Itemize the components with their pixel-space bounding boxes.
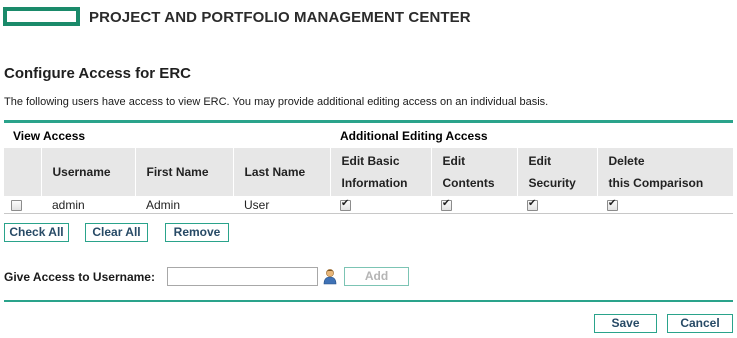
edit-contents-column-header: Edit Contents — [431, 148, 518, 196]
add-button[interactable]: Add — [344, 267, 409, 286]
last-name-column-header: Last Name — [233, 148, 331, 196]
username-column-header: Username — [41, 148, 136, 196]
section-divider-bottom — [4, 300, 733, 302]
remove-button[interactable]: Remove — [165, 223, 229, 242]
page-title: Configure Access for ERC — [4, 65, 191, 82]
app-title: PROJECT AND PORTFOLIO MANAGEMENT CENTER — [89, 9, 471, 26]
edit-basic-checkbox[interactable] — [340, 198, 351, 211]
table-header-row: Username First Name Last Name Edit Basic… — [4, 148, 734, 196]
first-name-column-header: First Name — [135, 148, 234, 196]
delete-comparison-checkbox[interactable] — [607, 198, 618, 211]
view-access-heading: View Access — [13, 129, 86, 143]
intro-text: The following users have access to view … — [4, 96, 549, 108]
edit-security-checkbox[interactable] — [527, 198, 538, 211]
row-select-checkbox[interactable] — [11, 199, 22, 211]
first-name-cell: Admin — [135, 196, 233, 214]
table-row: admin Admin User — [4, 196, 733, 214]
user-picker-icon[interactable] — [323, 268, 337, 285]
clear-all-button[interactable]: Clear All — [85, 223, 148, 242]
delete-column-header: Delete this Comparison — [597, 148, 734, 196]
edit-contents-checkbox[interactable] — [441, 198, 452, 211]
username-cell: admin — [41, 196, 135, 214]
save-button[interactable]: Save — [594, 314, 657, 333]
username-input[interactable] — [167, 267, 318, 286]
last-name-cell: User — [233, 196, 330, 214]
cancel-button[interactable]: Cancel — [667, 314, 733, 333]
edit-basic-column-header: Edit Basic Information — [330, 148, 432, 196]
give-access-label: Give Access to Username: — [4, 270, 155, 284]
hp-logo-icon — [3, 7, 80, 26]
section-headers: View Access Additional Editing Access — [4, 123, 733, 147]
check-all-button[interactable]: Check All — [4, 223, 69, 242]
edit-security-column-header: Edit Security — [517, 148, 598, 196]
select-column-header — [4, 148, 42, 196]
access-table: Username First Name Last Name Edit Basic… — [4, 148, 734, 214]
additional-editing-heading: Additional Editing Access — [340, 129, 488, 143]
